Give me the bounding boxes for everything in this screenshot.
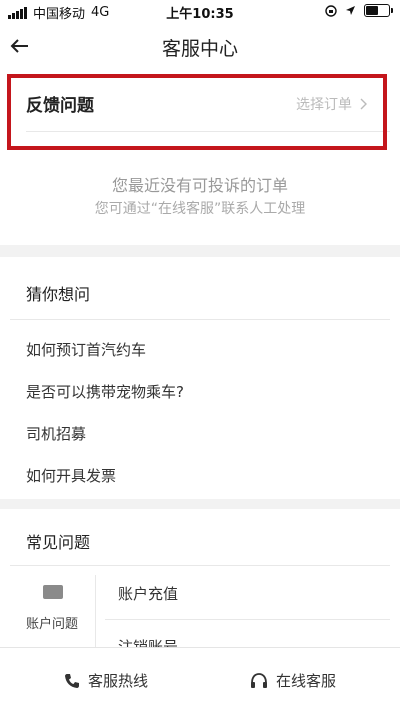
nav-bar: 客服中心 xyxy=(0,22,400,70)
bottom-bar: 客服热线 在线客服 xyxy=(0,647,400,713)
page-title: 客服中心 xyxy=(161,38,238,60)
question-item[interactable]: 是否可以携带宠物乘车? xyxy=(26,381,184,402)
online-service-button[interactable]: 在线客服 xyxy=(250,670,336,691)
divider xyxy=(10,319,390,320)
status-right xyxy=(325,4,393,17)
question-item[interactable]: 司机招募 xyxy=(26,423,86,444)
rotation-lock-icon xyxy=(325,4,337,17)
question-item[interactable]: 如何预订首汽约车 xyxy=(26,339,146,360)
battery-icon xyxy=(364,4,393,17)
divider xyxy=(10,565,390,566)
empty-state-subtitle: 您可通过“在线客服”联系人工处理 xyxy=(94,201,306,217)
guess-section: 猜你想问 如何预订首汽约车 是否可以携带宠物乘车? 司机招募 如何开具发票 xyxy=(0,257,400,499)
divider xyxy=(105,619,390,620)
id-card-icon xyxy=(43,585,63,599)
hotline-button[interactable]: 客服热线 xyxy=(64,670,148,691)
highlight-box xyxy=(7,74,387,150)
faq-section: 常见问题 账户问题 账户充值 注销账号 xyxy=(0,509,400,647)
faq-title: 常见问题 xyxy=(26,533,91,552)
faq-item[interactable]: 账户充值 xyxy=(118,583,178,604)
headset-icon xyxy=(251,672,267,688)
question-item[interactable]: 如何开具发票 xyxy=(26,465,116,486)
faq-category-label: 账户问题 xyxy=(25,617,78,632)
location-icon xyxy=(346,6,355,15)
divider xyxy=(95,575,96,647)
online-service-label: 在线客服 xyxy=(276,672,337,690)
faq-item[interactable]: 注销账号 xyxy=(118,636,178,647)
guess-title: 猜你想问 xyxy=(26,285,91,304)
faq-category-account[interactable]: 账户问题 xyxy=(10,575,94,647)
hotline-label: 客服热线 xyxy=(88,672,149,690)
phone-icon xyxy=(65,673,79,688)
empty-state-title: 您最近没有可投诉的订单 xyxy=(111,176,288,195)
status-bar: 中国移动 4G 上午10:35 xyxy=(0,0,400,22)
